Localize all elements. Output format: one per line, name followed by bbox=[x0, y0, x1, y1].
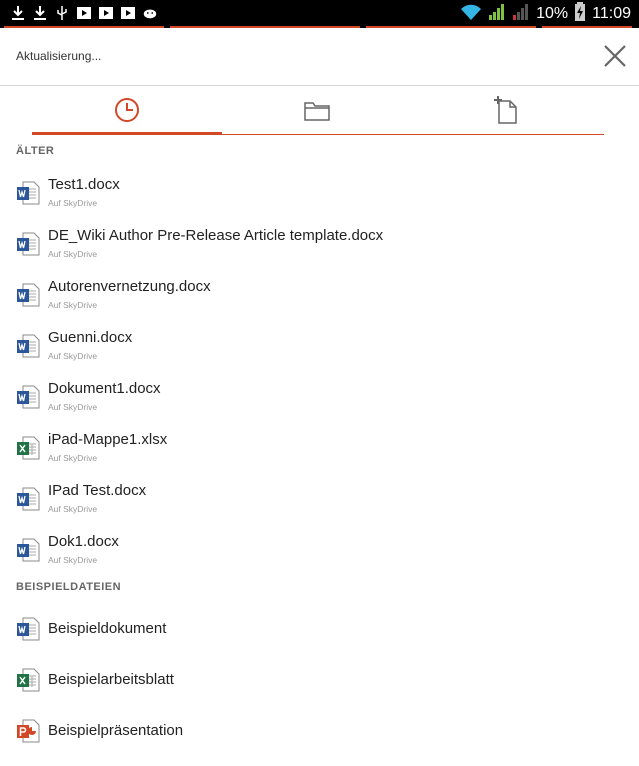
word-document-icon bbox=[17, 334, 40, 358]
tab-bar bbox=[0, 86, 639, 138]
status-title: Aktualisierung... bbox=[16, 49, 102, 63]
download-icon bbox=[10, 4, 26, 22]
file-name: iPad-Mappe1.xlsx bbox=[48, 431, 168, 448]
word-document-icon bbox=[17, 617, 40, 641]
wifi-icon bbox=[460, 3, 482, 26]
powerpoint-presentation-icon bbox=[17, 719, 40, 743]
list-item[interactable]: Guenni.docx Auf SkyDrive bbox=[0, 325, 639, 371]
battery-charging-icon bbox=[574, 1, 586, 27]
active-tab-indicator bbox=[32, 132, 222, 135]
media-icon bbox=[120, 4, 136, 22]
file-location: Auf SkyDrive bbox=[48, 198, 98, 208]
close-icon bbox=[604, 45, 626, 67]
app-header: Aktualisierung... bbox=[0, 28, 639, 86]
signal-icon-secondary bbox=[512, 3, 530, 26]
file-location: Auf SkyDrive bbox=[48, 555, 98, 565]
notification-icons bbox=[10, 4, 158, 22]
file-location: Auf SkyDrive bbox=[48, 300, 98, 310]
list-item[interactable]: IPad Test.docx Auf SkyDrive bbox=[0, 478, 639, 524]
word-document-icon bbox=[17, 385, 40, 409]
section-header-older: ÄLTER bbox=[16, 145, 55, 157]
close-button[interactable] bbox=[601, 42, 629, 70]
list-item[interactable]: Dok1.docx Auf SkyDrive bbox=[0, 529, 639, 575]
file-name: Beispieldokument bbox=[48, 620, 167, 637]
word-document-icon bbox=[17, 487, 40, 511]
file-name: Guenni.docx bbox=[48, 329, 133, 346]
file-name: Beispielpräsentation bbox=[48, 722, 184, 739]
new-document-icon bbox=[494, 96, 517, 124]
file-name: Beispielarbeitsblatt bbox=[48, 671, 174, 688]
media-icon bbox=[98, 4, 114, 22]
usb-icon bbox=[54, 4, 70, 22]
file-name: Test1.docx bbox=[48, 176, 120, 193]
list-item[interactable]: Beispielarbeitsblatt bbox=[0, 657, 639, 701]
signal-icon bbox=[488, 3, 506, 26]
file-name: Dokument1.docx bbox=[48, 380, 161, 397]
file-name: Dok1.docx bbox=[48, 533, 119, 550]
word-document-icon bbox=[17, 232, 40, 256]
status-bar: 10% 11:09 bbox=[0, 0, 639, 28]
list-item[interactable]: Test1.docx Auf SkyDrive bbox=[0, 172, 639, 218]
download-icon bbox=[32, 4, 48, 22]
file-location: Auf SkyDrive bbox=[48, 402, 98, 412]
word-document-icon bbox=[17, 181, 40, 205]
battery-level: 10% bbox=[536, 5, 569, 22]
file-location: Auf SkyDrive bbox=[48, 504, 98, 514]
list-item[interactable]: Dokument1.docx Auf SkyDrive bbox=[0, 376, 639, 422]
word-document-icon bbox=[17, 283, 40, 307]
file-name: Autorenvernetzung.docx bbox=[48, 278, 211, 295]
tab-new[interactable] bbox=[412, 86, 602, 134]
system-indicators: 10% 11:09 bbox=[460, 1, 631, 27]
media-icon bbox=[76, 4, 92, 22]
tab-open[interactable] bbox=[222, 86, 412, 134]
file-name: DE_Wiki Author Pre-Release Article templ… bbox=[48, 227, 384, 244]
file-location: Auf SkyDrive bbox=[48, 351, 98, 361]
list-item[interactable]: DE_Wiki Author Pre-Release Article templ… bbox=[0, 223, 639, 269]
list-item[interactable]: iPad-Mappe1.xlsx Auf SkyDrive bbox=[0, 427, 639, 473]
file-location: Auf SkyDrive bbox=[48, 453, 98, 463]
excel-workbook-icon bbox=[17, 668, 40, 692]
clock-icon bbox=[115, 98, 139, 122]
section-header-samples: BEISPIELDATEIEN bbox=[16, 581, 122, 593]
word-document-icon bbox=[17, 538, 40, 562]
list-item[interactable]: Autorenvernetzung.docx Auf SkyDrive bbox=[0, 274, 639, 320]
clock-time: 11:09 bbox=[592, 5, 631, 22]
list-item[interactable]: Beispieldokument bbox=[0, 606, 639, 650]
tab-recent[interactable] bbox=[32, 86, 222, 134]
android-debug-icon bbox=[142, 4, 158, 22]
list-item[interactable]: Beispielpräsentation bbox=[0, 708, 639, 752]
folder-icon bbox=[304, 102, 330, 121]
excel-workbook-icon bbox=[17, 436, 40, 460]
file-name: IPad Test.docx bbox=[48, 482, 147, 499]
file-location: Auf SkyDrive bbox=[48, 249, 98, 259]
